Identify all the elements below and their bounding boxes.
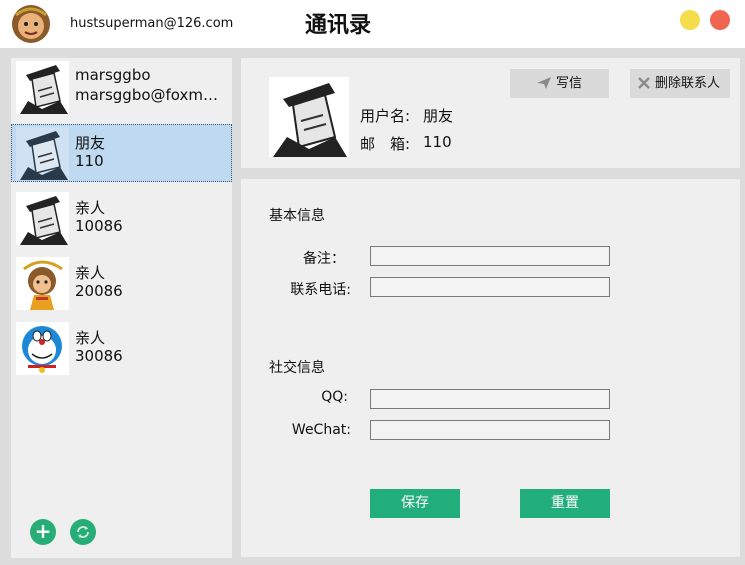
hat-meme-avatar-icon: [16, 192, 69, 245]
contact-detail: marsggbo@foxmai...: [75, 86, 227, 104]
contact-item[interactable]: marsggbo marsggbo@foxmai...: [11, 58, 232, 116]
contact-name: 亲人: [75, 199, 106, 217]
plus-icon: +: [34, 519, 52, 543]
phone-input[interactable]: [370, 277, 610, 297]
minimize-button[interactable]: [680, 10, 700, 30]
contact-detail-header: 用户名: 朋友 邮 箱: 110 写信 删除联系人: [241, 58, 740, 168]
write-mail-button[interactable]: 写信: [510, 69, 609, 98]
user-avatar-icon[interactable]: [10, 3, 52, 45]
qq-input[interactable]: [370, 389, 610, 409]
user-email: hustsuperman@126.com: [70, 16, 234, 31]
contact-detail: 20086: [75, 282, 123, 300]
monkey-king-avatar-icon: [16, 257, 69, 310]
hat-meme-avatar-icon: [269, 77, 349, 157]
wechat-input[interactable]: [370, 420, 610, 440]
hat-meme-avatar-icon: [16, 61, 69, 114]
contact-item-selected[interactable]: 朋友 110: [11, 124, 232, 182]
contact-item[interactable]: 亲人 10086: [11, 189, 232, 247]
delete-contact-button[interactable]: 删除联系人: [630, 69, 730, 98]
phone-label: 联系电话:: [290, 282, 351, 298]
contact-form: 基本信息 备注： 联系电话: 社交信息 QQ: WeChat: 保存 重置: [241, 179, 740, 557]
contact-item[interactable]: 亲人 20086: [11, 254, 232, 312]
wechat-label: WeChat:: [291, 422, 351, 438]
add-contact-button[interactable]: +: [30, 519, 56, 545]
contact-detail: 10086: [75, 217, 123, 235]
contact-name: marsggbo: [75, 66, 151, 84]
basic-info-title: 基本信息: [269, 208, 325, 224]
contact-detail: 30086: [75, 347, 123, 365]
qq-label: QQ:: [321, 389, 348, 405]
doraemon-avatar-icon: [16, 322, 69, 375]
reset-button[interactable]: 重置: [520, 489, 610, 518]
contact-list: marsggbo marsggbo@foxmai... 朋友 110 亲人 10…: [11, 58, 232, 558]
contact-item[interactable]: 亲人 30086: [11, 319, 232, 377]
email-value: 110: [423, 133, 452, 151]
delete-contact-label: 删除联系人: [655, 76, 721, 91]
contact-name: 朋友: [75, 134, 106, 152]
save-button[interactable]: 保存: [370, 489, 460, 518]
contact-detail: 110: [75, 152, 104, 170]
title-bar: hustsuperman@126.com 通讯录: [0, 0, 745, 48]
username-label: 用户名:: [360, 107, 411, 125]
hat-meme-avatar-icon: [16, 127, 69, 180]
close-button[interactable]: [710, 10, 730, 30]
username-value: 朋友: [423, 107, 454, 125]
remark-input[interactable]: [370, 246, 610, 266]
social-info-title: 社交信息: [269, 360, 325, 376]
send-icon: [537, 77, 551, 89]
app-title: 通讯录: [305, 13, 372, 38]
email-label: 邮 箱:: [360, 135, 411, 153]
contact-name: 亲人: [75, 329, 106, 347]
refresh-icon: [77, 526, 89, 538]
close-icon: [638, 77, 650, 89]
refresh-button[interactable]: [70, 519, 96, 545]
write-mail-label: 写信: [556, 76, 583, 91]
contact-name: 亲人: [75, 264, 106, 282]
remark-label: 备注：: [303, 251, 345, 267]
